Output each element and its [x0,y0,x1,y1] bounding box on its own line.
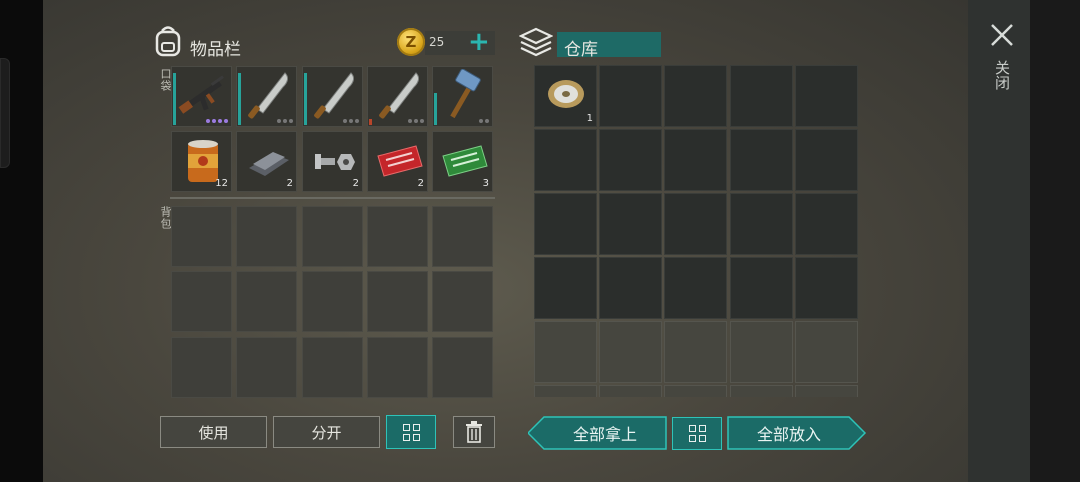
warehouse-grid[interactable]: 1 [534,65,859,397]
warehouse-slot[interactable] [664,321,727,383]
screen-edge [1030,0,1080,482]
warehouse-icon [519,27,553,57]
machete-icon [379,72,420,119]
device-edge [0,58,10,168]
grid-icon [402,423,420,441]
pocket-slot-6[interactable]: 12 [171,131,232,192]
trash-icon [466,421,482,443]
pocket-slot-7[interactable]: 2 [236,131,297,192]
backpack-icon [155,26,181,57]
sort-warehouse-button[interactable] [672,417,722,450]
sledgehammer-icon [450,69,481,119]
warehouse-slot[interactable] [534,257,597,319]
inventory-title: 物品栏 [190,40,241,60]
take-all-button[interactable]: 全部拿上 [544,417,666,449]
warehouse-slot[interactable] [795,129,858,191]
item-quantity: 12 [215,178,228,189]
backpack-slot[interactable] [236,206,297,267]
pocket-slot-5[interactable] [432,66,493,127]
pocket-slot-4[interactable] [367,66,428,127]
backpack-slot[interactable] [432,271,493,332]
backpack-slot[interactable] [302,337,363,398]
pocket-slot-8[interactable]: 2 [302,131,363,192]
backpack-slot[interactable] [302,206,363,267]
warehouse-slot[interactable] [534,321,597,383]
warehouse-slot[interactable] [795,385,858,397]
warehouse-slot[interactable] [730,65,793,127]
backpack-slot[interactable] [302,271,363,332]
close-button-label[interactable]: 关闭 [990,60,1011,90]
warehouse-slot[interactable] [795,321,858,383]
backpack-slot[interactable] [236,337,297,398]
warehouse-slot[interactable] [664,129,727,191]
coin-icon: Z [397,28,425,56]
warehouse-slot[interactable] [664,385,727,397]
warehouse-slot[interactable] [664,257,727,319]
warehouse-slot[interactable] [730,129,793,191]
backpack-slot[interactable] [432,206,493,267]
warehouse-slot[interactable] [730,385,793,397]
backpack-slot[interactable] [171,206,232,267]
put-all-button[interactable]: 全部放入 [728,417,850,449]
pocket-slot-3[interactable] [302,66,363,127]
item-quantity: 3 [482,178,489,189]
sort-inventory-button[interactable] [386,415,436,449]
backpack-slot[interactable] [236,271,297,332]
add-coins-button[interactable]: + [468,29,490,55]
warehouse-slot[interactable] [599,321,662,383]
pocket-slot-1[interactable] [171,66,232,127]
close-icon[interactable] [990,22,1014,48]
warehouse-slot[interactable] [599,257,662,319]
wire-spool-icon [548,80,584,108]
grid-icon [688,425,706,442]
green-coupon-icon [442,145,488,177]
warehouse-slot[interactable] [795,193,858,255]
warehouse-slot[interactable] [599,65,662,127]
bolt-nut-icon [315,154,355,170]
warehouse-slot[interactable] [730,257,793,319]
backpack-slot[interactable] [367,206,428,267]
warehouse-slot-1[interactable]: 1 [534,65,597,127]
warehouse-slot[interactable] [534,129,597,191]
warehouse-slot[interactable] [664,193,727,255]
split-button[interactable]: 分开 [273,416,380,448]
item-quantity: 2 [286,178,293,189]
item-quantity: 2 [417,178,424,189]
machete-icon [314,72,355,119]
warehouse-slot[interactable] [795,257,858,319]
pocket-slot-10[interactable]: 3 [432,131,493,192]
warehouse-slot[interactable] [730,321,793,383]
machete-icon [248,72,289,119]
assault-rifle-icon [178,75,224,114]
iron-ingot-icon [249,152,289,176]
coin-count: 25 [429,35,445,49]
warehouse-slot[interactable] [599,385,662,397]
warehouse-slot[interactable] [599,129,662,191]
backpack-slot[interactable] [171,271,232,332]
warehouse-title: 仓库 [564,40,598,60]
backpack-slot[interactable] [171,337,232,398]
warehouse-slot[interactable] [664,65,727,127]
pocket-slot-2[interactable] [236,66,297,127]
red-coupon-icon [377,145,423,177]
warehouse-slot[interactable] [534,385,597,397]
trash-button[interactable] [453,416,495,448]
warehouse-slot[interactable] [534,193,597,255]
backpack-slot[interactable] [432,337,493,398]
pocket-divider [170,197,495,199]
pocket-slot-9[interactable]: 2 [367,131,428,192]
use-button[interactable]: 使用 [160,416,267,448]
warehouse-slot[interactable] [599,193,662,255]
warehouse-slot[interactable] [795,65,858,127]
warehouse-slot[interactable] [730,193,793,255]
item-quantity: 1 [586,113,593,124]
item-quantity: 2 [352,178,359,189]
backpack-slot[interactable] [367,271,428,332]
backpack-slot[interactable] [367,337,428,398]
